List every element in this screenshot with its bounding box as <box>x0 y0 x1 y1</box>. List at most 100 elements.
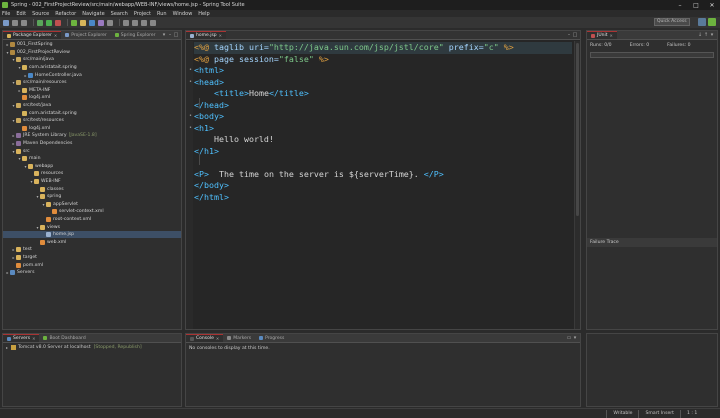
tree-item[interactable]: ▾ src/main/java <box>3 56 181 64</box>
tree-item[interactable]: resources <box>3 170 181 178</box>
code-line[interactable]: <%@ page session="false" %> <box>194 54 572 66</box>
tab-markers[interactable]: Markers <box>223 334 255 342</box>
code-line[interactable]: </html> <box>194 192 572 204</box>
tree-item[interactable]: ▾ src/main/resources <box>3 79 181 87</box>
tree-item[interactable]: servlet-context.xml <box>3 208 181 216</box>
code-area[interactable]: <%@ taglib uri="http://java.sun.com/jsp/… <box>189 42 572 204</box>
tree-item[interactable]: ▸ target <box>3 254 181 262</box>
back-icon[interactable] <box>141 19 147 26</box>
menu-edit[interactable]: Edit <box>16 11 26 17</box>
tree-item[interactable]: ▾ 002_FirstProjectReview <box>3 49 181 57</box>
tree-item[interactable]: ▾ src/test/java <box>3 102 181 110</box>
tree-item[interactable]: classes <box>3 185 181 193</box>
code-line[interactable]: </body> <box>194 180 572 192</box>
debug-icon[interactable] <box>37 19 43 26</box>
tree-item[interactable]: ▾ com.aristatait.spring <box>3 64 181 72</box>
tree-item[interactable]: pom.xml <box>3 261 181 269</box>
close-tab-icon[interactable]: ✕ <box>54 33 57 38</box>
new-class-icon[interactable] <box>89 19 95 26</box>
menu-run[interactable]: Run <box>157 11 167 17</box>
search-icon[interactable] <box>107 19 113 26</box>
tree-item[interactable]: ▾ spring <box>3 193 181 201</box>
fold-marker-icon[interactable]: • <box>188 111 193 123</box>
new-package-icon[interactable] <box>80 19 86 26</box>
code-line[interactable]: • <head> <box>189 77 572 89</box>
tree-item[interactable]: ▸ HomeController.java <box>3 71 181 79</box>
forward-icon[interactable] <box>150 19 156 26</box>
menu-project[interactable]: Project <box>134 11 151 17</box>
tree-item[interactable]: ▸ test <box>3 246 181 254</box>
tree-item[interactable]: ▸ JRE System Library [JavaSE-1.8] <box>3 132 181 140</box>
fold-marker-icon[interactable]: • <box>188 123 193 135</box>
quick-access-input[interactable]: Quick Access <box>654 18 690 26</box>
tree-item[interactable]: ▾ main <box>3 155 181 163</box>
code-line[interactable]: <%@ taglib uri="http://java.sun.com/jsp/… <box>194 42 572 54</box>
tab-project-explorer[interactable]: Project Explorer <box>61 31 111 39</box>
menu-window[interactable]: Window <box>173 11 193 17</box>
tree-item[interactable]: root-context.xml <box>3 216 181 224</box>
tree-item[interactable]: ▸ Maven Dependencies <box>3 140 181 148</box>
fold-marker-icon[interactable]: • <box>188 77 193 89</box>
tree-item[interactable]: ▾ src <box>3 147 181 155</box>
code-line[interactable]: • <h1> <box>189 123 572 135</box>
tree-item[interactable]: ▾ views <box>3 223 181 231</box>
menu-navigate[interactable]: Navigate <box>82 11 104 17</box>
tab-spring-explorer[interactable]: Spring Explorer <box>111 31 160 39</box>
code-line[interactable]: • <body> <box>189 111 572 123</box>
menu-refactor[interactable]: Refactor <box>55 11 76 17</box>
tab-progress[interactable]: Progress <box>255 334 288 342</box>
maximize-view-icon[interactable]: □ <box>572 32 578 38</box>
close-tab-icon[interactable]: ✕ <box>32 336 35 341</box>
fold-marker-icon[interactable]: • <box>188 65 193 77</box>
save-icon[interactable] <box>12 19 18 26</box>
spring-boot-icon[interactable] <box>71 19 77 26</box>
next-annotation-icon[interactable] <box>123 19 129 26</box>
tree-item[interactable]: log4j.xml <box>3 125 181 133</box>
tree-item[interactable]: ▾ appServlet <box>3 200 181 208</box>
spring-perspective-icon[interactable] <box>708 18 716 26</box>
minimize-icon[interactable]: – <box>672 0 688 10</box>
menu-source[interactable]: Source <box>32 11 49 17</box>
code-line[interactable]: Hello world! <box>194 134 572 146</box>
code-line[interactable]: </head> <box>194 100 572 112</box>
tree-item[interactable]: ▾ webapp <box>3 163 181 171</box>
menu-search[interactable]: Search <box>111 11 128 17</box>
tab-servers[interactable]: Servers ✕ <box>3 334 40 342</box>
maximize-icon[interactable]: □ <box>688 0 704 10</box>
code-line[interactable]: </h1> <box>194 146 572 158</box>
editor-scrollbar[interactable] <box>574 41 580 329</box>
tab-package-explorer[interactable]: Package Explorer ✕ <box>3 31 62 39</box>
save-all-icon[interactable] <box>21 19 27 26</box>
tree-item[interactable]: ▾ src/test/resources <box>3 117 181 125</box>
tab-console[interactable]: Console ✕ <box>186 334 224 342</box>
close-tab-icon[interactable]: ✕ <box>610 33 613 38</box>
menu-help[interactable]: Help <box>198 11 209 17</box>
tree-item[interactable]: log4j.xml <box>3 94 181 102</box>
new-icon[interactable] <box>3 19 9 26</box>
close-tab-icon[interactable]: ✕ <box>219 33 222 38</box>
code-line[interactable]: <P> The time on the server is ${serverTi… <box>194 169 572 181</box>
tree-item[interactable]: com.aristatait.spring <box>3 109 181 117</box>
view-menu-icon[interactable]: ▾ <box>709 32 715 38</box>
tree-item[interactable]: ▸ Servers <box>3 269 181 277</box>
java-perspective-icon[interactable] <box>698 18 706 26</box>
external-tools-icon[interactable] <box>55 19 61 26</box>
code-line[interactable]: • <html> <box>189 65 572 77</box>
close-icon[interactable]: ✕ <box>704 0 720 10</box>
tab-junit[interactable]: JUnit ✕ <box>587 31 617 39</box>
menu-file[interactable]: File <box>2 11 10 17</box>
tree-item[interactable]: ▸ META-INF <box>3 87 181 95</box>
code-line[interactable]: <title>Home</title> <box>194 88 572 100</box>
tab-home-jsp[interactable]: home.jsp ✕ <box>186 31 226 39</box>
server-row[interactable]: ▸ Tomcat v8.0 Server at localhost [Stopp… <box>3 343 181 351</box>
scrollbar-thumb[interactable] <box>576 43 579 216</box>
tree-item[interactable]: home.jsp <box>3 230 181 239</box>
prev-annotation-icon[interactable] <box>132 19 138 26</box>
tree-item[interactable]: ▸ 001_FirstSpring <box>3 41 181 49</box>
maximize-view-icon[interactable]: □ <box>173 32 179 38</box>
tree-item[interactable]: web.xml <box>3 238 181 246</box>
close-tab-icon[interactable]: ✕ <box>216 336 219 341</box>
run-icon[interactable] <box>46 19 52 26</box>
open-type-icon[interactable] <box>98 19 104 26</box>
tab-boot-dashboard[interactable]: Boot Dashboard <box>39 334 89 342</box>
